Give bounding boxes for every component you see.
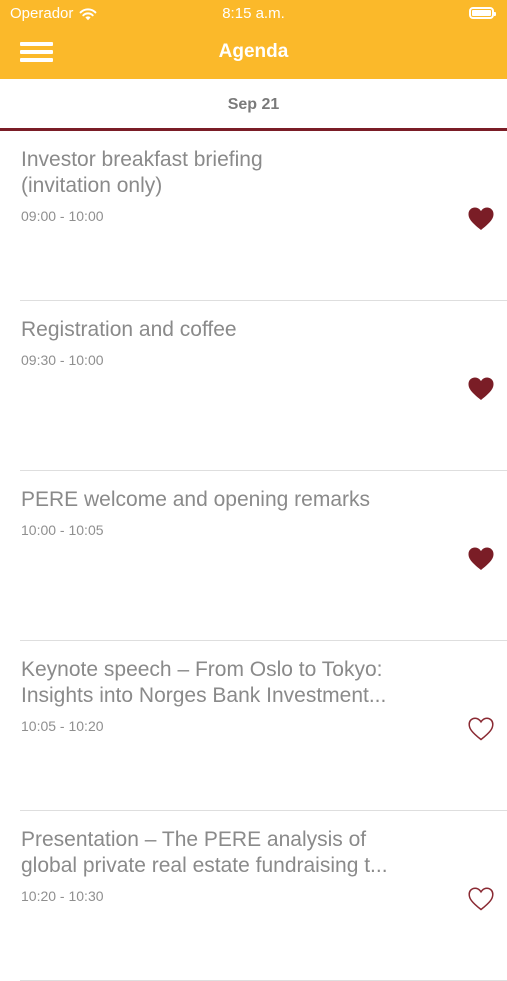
top-bar: Operador 8:15 a.m. Agenda — [0, 0, 507, 79]
status-bar: Operador 8:15 a.m. — [0, 0, 507, 28]
session-time: 10:00 - 10:05 — [21, 522, 104, 538]
agenda-item[interactable]: PERE welcome and opening remarks 10:00 -… — [20, 471, 507, 641]
favorite-heart-filled-icon[interactable] — [467, 206, 495, 232]
status-time: 8:15 a.m. — [222, 5, 285, 22]
session-title: Investor breakfast briefing (invitation … — [21, 148, 263, 197]
agenda-item[interactable]: Keynote speech – From Oslo to Tokyo: Ins… — [20, 641, 507, 811]
session-time: 10:05 - 10:20 — [21, 718, 104, 734]
session-time: 09:30 - 10:00 — [21, 352, 104, 368]
date-label: Sep 21 — [227, 96, 280, 113]
session-title: Keynote speech – From Oslo to Tokyo: Ins… — [21, 658, 387, 707]
favorite-heart-filled-icon[interactable] — [467, 376, 495, 402]
agenda-item[interactable]: Presentation – The PERE analysis of glob… — [20, 811, 507, 981]
session-title: Registration and coffee — [21, 318, 237, 341]
favorite-heart-outline-icon[interactable] — [467, 716, 495, 742]
nav-bar: Agenda — [0, 28, 507, 79]
page-title: Agenda — [218, 41, 289, 62]
agenda-item[interactable]: Registration and coffee 09:30 - 10:00 — [20, 301, 507, 471]
agenda-list: Investor breakfast briefing (invitation … — [0, 131, 507, 981]
favorite-heart-filled-icon[interactable] — [467, 546, 495, 572]
favorite-heart-outline-icon[interactable] — [467, 886, 495, 912]
session-time: 10:20 - 10:30 — [21, 888, 104, 904]
session-time: 09:00 - 10:00 — [21, 208, 104, 224]
battery-icon — [469, 7, 496, 19]
session-title: Presentation – The PERE analysis of glob… — [21, 828, 388, 877]
session-title: PERE welcome and opening remarks — [21, 488, 371, 511]
date-tab[interactable]: Sep 21 — [0, 79, 507, 131]
agenda-item[interactable]: Investor breakfast briefing (invitation … — [20, 131, 507, 301]
